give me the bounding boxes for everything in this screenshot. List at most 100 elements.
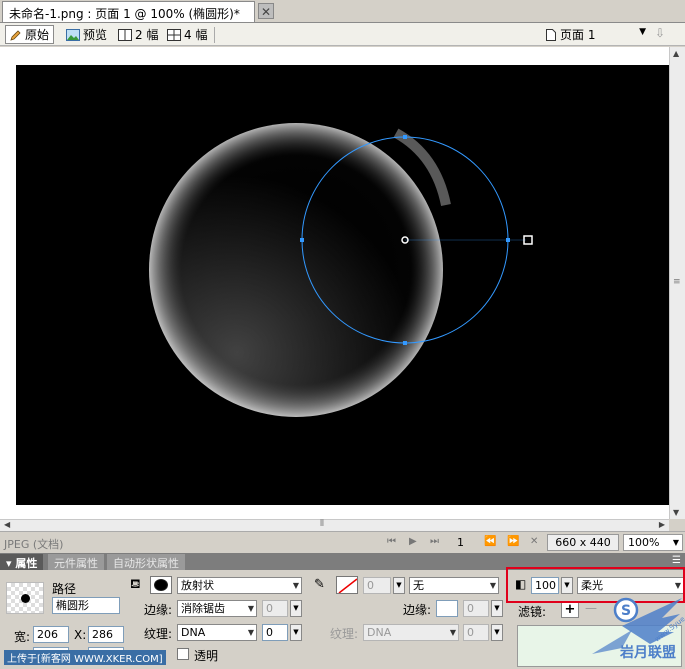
picture-icon — [66, 28, 80, 41]
texture-amount-dropdown[interactable]: ▼ — [290, 624, 302, 641]
chevron-down-icon: ▼ — [674, 581, 681, 590]
object-thumbnail-dot — [21, 594, 30, 603]
tab-auto-shape-properties[interactable]: 自动形状属性 — [107, 554, 185, 570]
original-view-button[interactable]: 原始 — [5, 25, 55, 44]
stroke-texture-value: DNA — [367, 626, 392, 639]
four-up-icon — [167, 28, 181, 41]
opacity-field[interactable]: 100 — [531, 577, 559, 594]
transparent-label: 透明 — [194, 649, 219, 663]
pencil-icon — [10, 29, 21, 41]
transparent-checkbox[interactable] — [177, 648, 189, 660]
scroll-right-icon[interactable]: ▶ — [659, 520, 665, 529]
stroke-texture-amount-field[interactable]: 0 — [463, 624, 489, 641]
document-tab[interactable]: 未命名-1.png : 页面 1 @ 100% (椭圆形)* — [2, 1, 255, 22]
horizontal-scrollbar[interactable]: ◀ ⦀ ▶ — [0, 519, 669, 531]
x-label: X: — [74, 628, 87, 642]
page-selector[interactable]: 页面 1 ▼ — [542, 25, 650, 44]
stroke-edge-amount-field[interactable]: 0 — [463, 600, 489, 617]
fill-swatch-preview — [154, 579, 168, 591]
stroke-type-select[interactable]: 无 ▼ — [409, 577, 499, 594]
edge-amount-field[interactable]: 0 — [262, 600, 288, 617]
chevron-down-icon: ▼ — [489, 581, 496, 590]
logo-title: 岩月联盟 — [620, 645, 676, 661]
object-name-field[interactable]: 椭圆形 — [52, 597, 120, 614]
syue-logo: S 岩月联盟 www.Syue.com — [592, 596, 685, 668]
x-field[interactable]: 286 — [88, 626, 124, 643]
vertical-scrollbar[interactable]: ▲ ≡ ▼ — [669, 47, 685, 519]
tab-properties[interactable]: ▾ 属性 — [0, 554, 44, 570]
stop-icon[interactable]: ✕ — [530, 536, 538, 547]
panel-menu-icon[interactable]: ☰ — [672, 555, 681, 566]
toolbar-divider — [214, 27, 215, 43]
preview-view-button[interactable]: 预览 — [62, 25, 111, 44]
width-label: 宽: — [14, 630, 31, 644]
texture-value: DNA — [181, 626, 206, 639]
opacity-dropdown[interactable]: ▼ — [561, 577, 573, 594]
document-canvas[interactable] — [16, 65, 669, 505]
chevron-down-icon: ▼ — [639, 27, 646, 37]
chevron-down-icon: ▼ — [449, 628, 456, 637]
tab-symbol-properties[interactable]: 元件属性 — [48, 554, 104, 570]
view-toolbar: 原始 预览 2 幅 4 幅 页面 1 ▼ ⇩ — [0, 22, 685, 46]
scroll-down-icon[interactable]: ▼ — [673, 508, 679, 517]
scroll-grip-icon[interactable]: ⦀ — [320, 519, 324, 529]
filters-label: 滤镜: — [518, 605, 547, 619]
stroke-edge-swatch[interactable] — [436, 600, 458, 617]
edge-value: 消除锯齿 — [181, 602, 225, 615]
stroke-texture-amount-dropdown[interactable]: ▼ — [491, 624, 503, 641]
current-frame: 1 — [457, 536, 464, 549]
scroll-grip-icon[interactable]: ≡ — [673, 277, 681, 287]
chevron-down-icon: ▼ — [247, 628, 254, 637]
canvas-size-readout: 660 x 440 — [547, 534, 619, 551]
tab-properties-label: 属性 — [15, 557, 38, 570]
play-icon[interactable]: ▶ — [409, 536, 417, 547]
next-frame-icon[interactable]: ⏩ — [507, 536, 519, 547]
four-up-view-button[interactable]: 4 幅 — [163, 25, 211, 44]
selection-handle-top[interactable] — [403, 135, 407, 139]
stroke-texture-select[interactable]: DNA ▼ — [363, 624, 459, 641]
fill-bucket-icon[interactable]: ⛾ — [130, 577, 141, 594]
properties-panel-tabs: ▾ 属性 元件属性 自动形状属性 ☰ — [0, 553, 685, 570]
stroke-edge-amount-dropdown[interactable]: ▼ — [491, 600, 503, 617]
no-stroke-icon — [338, 578, 357, 593]
two-up-view-label: 2 幅 — [135, 28, 159, 42]
close-document-icon[interactable]: ✕ — [258, 3, 274, 19]
stroke-edge-label: 边缘: — [403, 603, 432, 617]
upload-watermark: 上传于[新客网 WWW.XKER.COM] — [4, 650, 166, 665]
edge-amount-dropdown[interactable]: ▼ — [290, 600, 302, 617]
scroll-left-icon[interactable]: ◀ — [4, 520, 10, 529]
first-frame-icon[interactable]: ⏮ — [387, 536, 396, 547]
texture-amount-field[interactable]: 0 — [262, 624, 288, 641]
stroke-pencil-icon[interactable]: ✎ — [314, 577, 325, 592]
fill-color-swatch[interactable] — [150, 576, 172, 594]
edge-select[interactable]: 消除锯齿 ▼ — [177, 600, 257, 617]
opacity-icon: ◧ — [515, 577, 527, 591]
selection-handle-bottom[interactable] — [403, 341, 407, 345]
edge-label: 边缘: — [144, 603, 173, 617]
page-icon — [546, 28, 556, 41]
stroke-size-dropdown[interactable]: ▼ — [393, 577, 405, 594]
fill-type-value: 放射状 — [181, 579, 214, 592]
bubble-glow — [149, 123, 443, 417]
four-up-view-label: 4 幅 — [184, 28, 208, 42]
width-field[interactable]: 206 — [33, 626, 69, 643]
chevron-down-icon: ▼ — [672, 538, 679, 547]
chevron-down-icon: ▼ — [247, 604, 254, 613]
selection-handle-left[interactable] — [300, 238, 304, 242]
two-up-view-button[interactable]: 2 幅 — [114, 25, 162, 44]
chevron-down-icon: ▼ — [292, 581, 299, 590]
texture-select[interactable]: DNA ▼ — [177, 624, 257, 641]
zoom-value: 100% — [628, 536, 660, 549]
stroke-size-field[interactable]: 0 — [363, 577, 391, 594]
scroll-up-icon[interactable]: ▲ — [673, 49, 679, 58]
add-filter-button[interactable]: + — [561, 601, 579, 618]
zoom-select[interactable]: 100% ▼ — [623, 534, 683, 551]
fill-type-select[interactable]: 放射状 ▼ — [177, 577, 302, 594]
prev-frame-icon[interactable]: ⏪ — [484, 536, 496, 547]
last-frame-icon[interactable]: ⏭ — [430, 536, 439, 547]
stroke-color-swatch[interactable] — [336, 576, 358, 594]
status-bar: JPEG (文档) ⏮ ▶ ⏭ 1 ⏪ ⏩ ✕ 660 x 440 100% ▼ — [0, 531, 685, 553]
stroke-texture-label: 纹理: — [330, 627, 359, 641]
export-page-icon[interactable]: ⇩ — [655, 26, 665, 40]
blend-mode-select[interactable]: 柔光 ▼ — [577, 577, 684, 594]
